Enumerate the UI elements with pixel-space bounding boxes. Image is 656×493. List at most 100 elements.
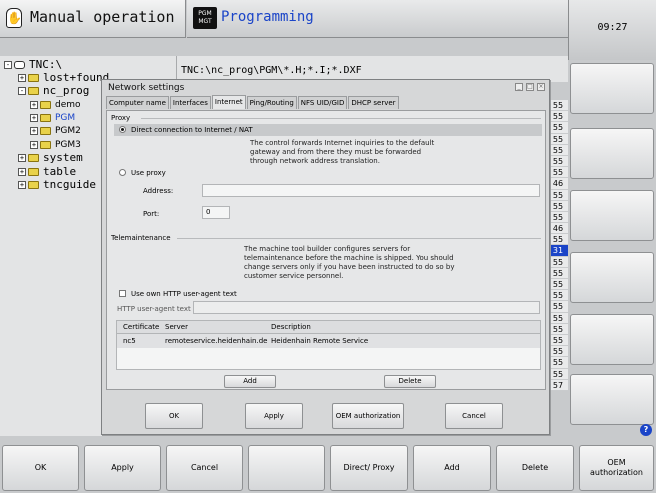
- expand-icon[interactable]: +: [18, 73, 26, 82]
- size-value: 55: [548, 267, 568, 279]
- close-icon[interactable]: ×: [537, 83, 545, 91]
- tree-item-lost-found[interactable]: + lost+found: [18, 71, 109, 84]
- collapse-icon[interactable]: -: [4, 60, 12, 69]
- dialog-title: Network settings: [108, 83, 185, 93]
- expand-icon[interactable]: +: [30, 140, 38, 149]
- tree-item-demo[interactable]: + demo: [30, 98, 81, 111]
- tree-label: tncguide: [43, 178, 96, 191]
- softkey-cancel[interactable]: Cancel: [166, 445, 243, 491]
- http-user-agent-checkbox-label: Use own HTTP user-agent text: [131, 290, 237, 298]
- direct-connection-info: The control forwards Internet inquiries …: [250, 139, 435, 165]
- program-title: Programming: [221, 9, 314, 25]
- tree-item-pgm2[interactable]: + PGM2: [30, 124, 81, 137]
- tab-computer-name[interactable]: Computer name: [106, 96, 169, 109]
- softkey-delete[interactable]: Delete: [496, 445, 574, 491]
- drive-icon: [14, 60, 25, 69]
- tree-label: nc_prog: [43, 84, 90, 97]
- oem-authorization-button[interactable]: OEM authorization: [332, 403, 404, 429]
- softkey-apply[interactable]: Apply: [84, 445, 161, 491]
- tab-interfaces[interactable]: Interfaces: [169, 96, 211, 109]
- tab-ping-routing[interactable]: Ping/Routing: [246, 96, 297, 109]
- mode-title: Manual operation: [30, 8, 175, 26]
- use-proxy-radio[interactable]: [119, 169, 126, 176]
- softkey-empty[interactable]: [248, 445, 325, 491]
- vertical-softkey-3[interactable]: [570, 190, 654, 241]
- tree-label: PGM3: [55, 139, 81, 150]
- tab-internet[interactable]: Internet: [211, 95, 246, 109]
- size-value: 55: [548, 100, 568, 112]
- tree-item-nc-prog[interactable]: - nc_prog: [18, 84, 89, 97]
- expand-icon[interactable]: +: [30, 100, 38, 109]
- folder-icon: [28, 153, 39, 162]
- tree-item-table[interactable]: + table: [18, 165, 76, 178]
- maximize-icon[interactable]: □: [526, 83, 534, 91]
- tree-item-pgm3[interactable]: + PGM3: [30, 138, 81, 151]
- expand-icon[interactable]: +: [18, 180, 26, 189]
- address-field[interactable]: [202, 184, 540, 197]
- network-settings-dialog: Network settings _ □ × Computer name Int…: [101, 79, 550, 435]
- vertical-softkey-1[interactable]: [570, 63, 654, 114]
- vertical-softkey-2[interactable]: [570, 128, 654, 179]
- cancel-button[interactable]: Cancel: [445, 403, 503, 429]
- certificate-table: Certificate Server Description nc5 remot…: [116, 320, 541, 370]
- telemaintenance-info: The machine tool builder configures serv…: [244, 245, 455, 280]
- size-value: 55: [548, 368, 568, 380]
- direct-connection-radio[interactable]: [119, 126, 126, 133]
- expand-icon[interactable]: +: [18, 153, 26, 162]
- tree-root[interactable]: - TNC:\: [4, 58, 62, 71]
- size-value: 55: [548, 334, 568, 347]
- pgm-badge-line1: PGM: [198, 10, 212, 17]
- window-controls: _ □ ×: [515, 83, 545, 91]
- tree-item-system[interactable]: + system: [18, 151, 83, 164]
- delete-server-button[interactable]: Delete: [384, 375, 436, 388]
- file-size-column: 55 55 55 55 55 55 55 46 55 55 55 46 55 3…: [548, 100, 568, 391]
- cell-server: remoteservice.heidenhain.de: [165, 337, 268, 345]
- size-value: 55: [548, 346, 568, 358]
- program-header: PGM MGT Programming: [187, 0, 568, 38]
- help-icon[interactable]: ?: [640, 424, 652, 436]
- folder-icon: [40, 100, 51, 109]
- apply-button[interactable]: Apply: [245, 403, 303, 429]
- size-value: 57: [548, 379, 568, 391]
- group-divider: [177, 238, 541, 239]
- softkey-add[interactable]: Add: [413, 445, 491, 491]
- vertical-softkey-6[interactable]: [570, 374, 654, 425]
- folder-icon: [28, 167, 39, 176]
- add-server-button[interactable]: Add: [224, 375, 276, 388]
- softkey-direct-proxy[interactable]: Direct/ Proxy: [330, 445, 408, 491]
- softkey-ok[interactable]: OK: [2, 445, 79, 491]
- size-value: 55: [548, 155, 568, 168]
- vertical-softkey-5[interactable]: [570, 314, 654, 365]
- column-header-server: Server: [165, 323, 188, 331]
- http-user-agent-checkbox[interactable]: [119, 290, 126, 297]
- column-header-description: Description: [271, 323, 311, 331]
- tree-label: PGM2: [55, 125, 81, 136]
- group-divider: [141, 118, 541, 119]
- size-value: 55: [548, 312, 568, 324]
- http-user-agent-field[interactable]: [193, 301, 540, 314]
- size-value: 55: [548, 357, 568, 369]
- tab-nfs-uid-gid[interactable]: NFS UID/GID: [297, 96, 348, 109]
- softkey-oem-authorization[interactable]: OEM authorization: [579, 445, 654, 491]
- ok-button[interactable]: OK: [145, 403, 203, 429]
- vertical-softkey-4[interactable]: [570, 252, 654, 303]
- expand-icon[interactable]: +: [30, 126, 38, 135]
- tab-dhcp-server[interactable]: DHCP server: [348, 96, 399, 109]
- size-value: 55: [548, 189, 568, 201]
- folder-icon: [28, 86, 39, 95]
- port-field[interactable]: 0: [202, 206, 230, 219]
- tree-item-pgm[interactable]: + PGM: [30, 111, 75, 124]
- size-value: 55: [548, 256, 568, 268]
- size-value: 55: [548, 122, 568, 134]
- expand-icon[interactable]: +: [30, 113, 38, 122]
- size-value: 46: [548, 178, 568, 190]
- collapse-icon[interactable]: -: [18, 86, 26, 95]
- expand-icon[interactable]: +: [18, 167, 26, 176]
- column-header-certificate: Certificate: [123, 323, 160, 331]
- tree-label: lost+found: [43, 71, 110, 84]
- tree-item-tncguide[interactable]: + tncguide: [18, 178, 96, 191]
- folder-icon: [40, 140, 51, 149]
- http-user-agent-label: HTTP user-agent text: [117, 305, 191, 313]
- folder-icon: [28, 73, 39, 82]
- minimize-icon[interactable]: _: [515, 83, 523, 91]
